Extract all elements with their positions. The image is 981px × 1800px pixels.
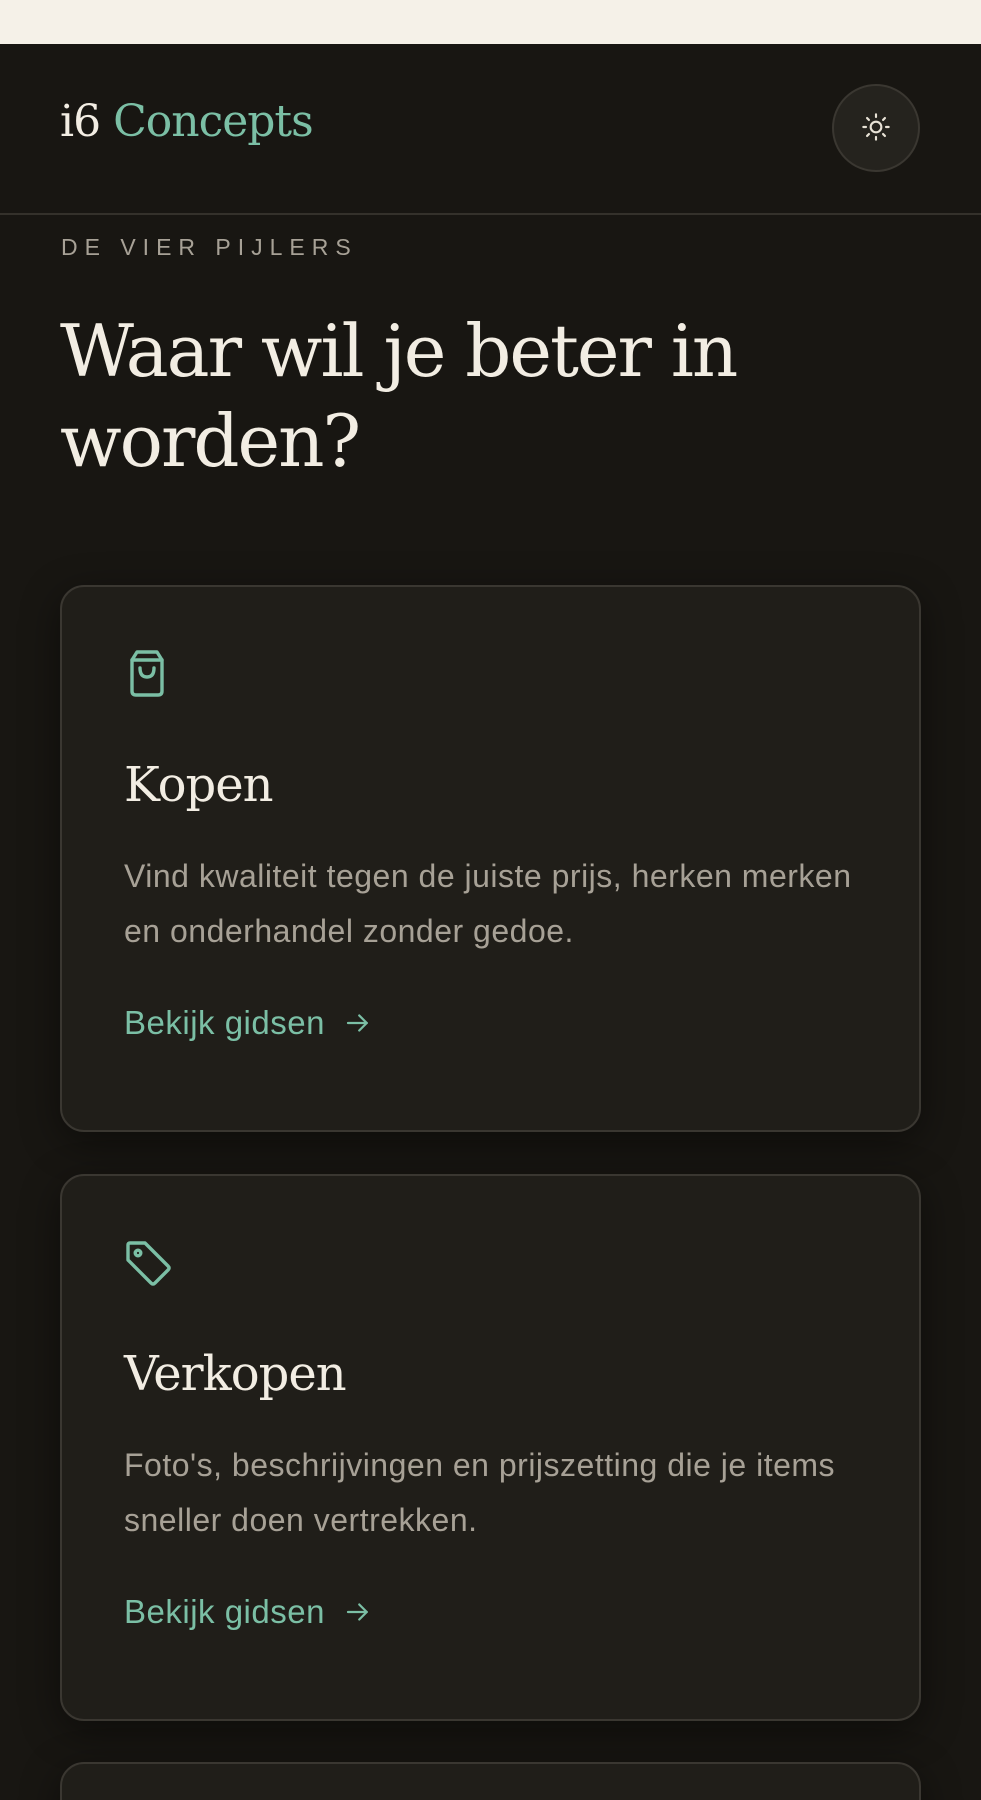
link-label: Bekijk gidsen (124, 1004, 325, 1041)
card-title: Verkopen (124, 1346, 347, 1402)
pillar-card-partial[interactable] (60, 1762, 921, 1800)
section-heading: Waar wil je beter in worden? (60, 309, 738, 483)
card-description: Vind kwaliteit tegen de juiste prijs, he… (124, 858, 852, 949)
view-guides-link[interactable]: Bekijk gidsen (124, 1001, 373, 1045)
brand-name: Concepts (113, 96, 314, 147)
theme-toggle-button[interactable] (832, 84, 920, 172)
sun-icon (860, 111, 892, 146)
view-guides-link[interactable]: Bekijk gidsen (124, 1590, 373, 1634)
arrow-right-icon (343, 1008, 373, 1038)
pillar-card-verkopen[interactable]: Verkopen Foto's, beschrijvingen en prijs… (60, 1174, 921, 1721)
top-strip (0, 0, 981, 44)
link-label: Bekijk gidsen (124, 1593, 325, 1630)
brand-logo[interactable]: i6 Concepts (60, 100, 314, 144)
tag-icon (123, 1236, 171, 1288)
arrow-right-icon (343, 1597, 373, 1627)
card-description: Foto's, beschrijvingen en prijszetting d… (124, 1447, 836, 1538)
brand-number: i6 (60, 96, 101, 147)
section-eyebrow: DE VIER PIJLERS (61, 234, 358, 260)
site-header: i6 Concepts (0, 44, 981, 215)
pillar-card-kopen[interactable]: Kopen Vind kwaliteit tegen de juiste pri… (60, 585, 921, 1132)
card-title: Kopen (124, 757, 274, 813)
shopping-bag-icon (123, 647, 171, 699)
